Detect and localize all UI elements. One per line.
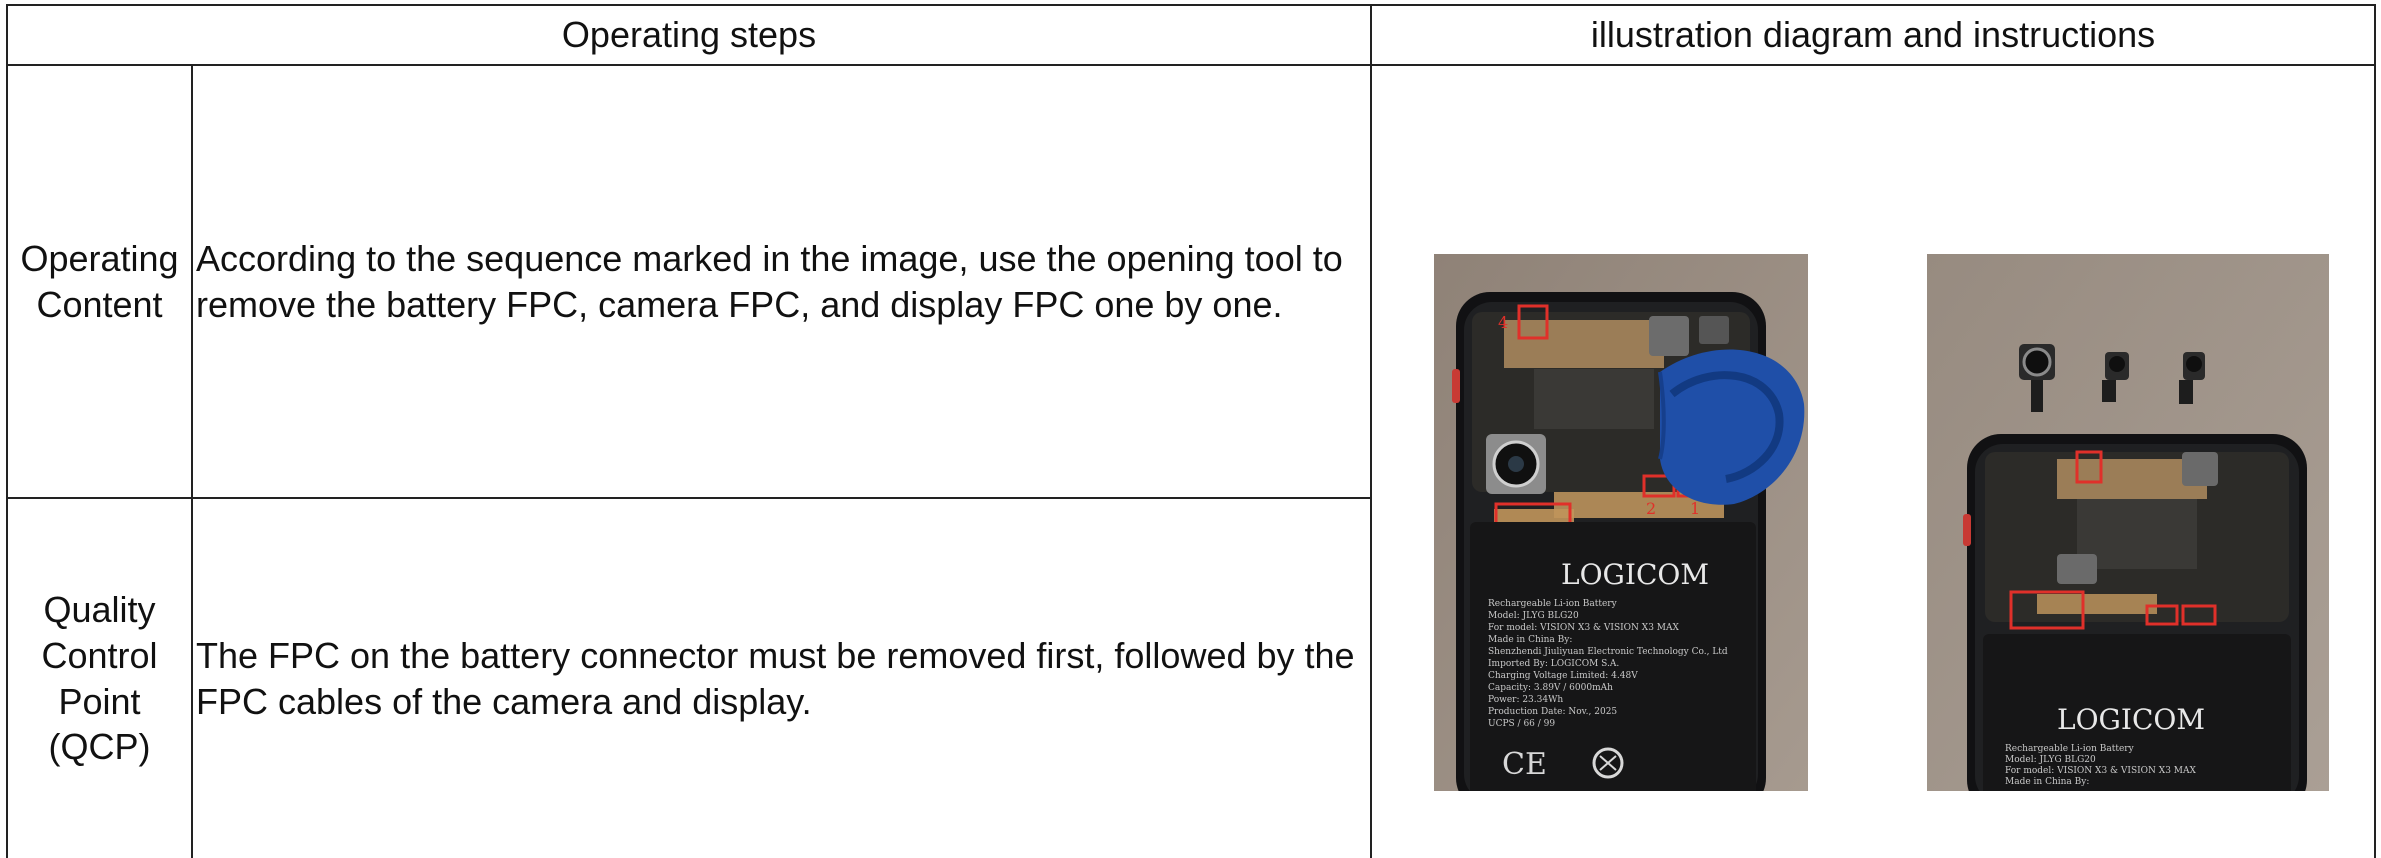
row-label-text: Operating Content xyxy=(20,237,179,325)
photo-disassembly-step: 4 3 2 1 LOGICOM Rechargeable Li-ion Batt… xyxy=(1434,254,1808,791)
battery-label-line: Imported By: LOGICOM S.A. xyxy=(1488,659,1619,669)
battery-label-line: For model: VISION X3 & VISION X3 MAX xyxy=(1488,623,1680,633)
battery-label-line: Shenzhendi Jiuliyuan Electronic Technolo… xyxy=(1488,647,1728,657)
battery-label-line: Production Date: Nov., 2025 xyxy=(1488,707,1617,717)
column-divider-main xyxy=(1370,4,1372,858)
phone-cameras-removed-illustration: LOGICOM Rechargeable Li-ion BatteryModel… xyxy=(1927,254,2329,791)
ce-mark: CE xyxy=(1502,747,1547,782)
phone-disassembly-illustration: 4 3 2 1 LOGICOM Rechargeable Li-ion Batt… xyxy=(1434,254,1808,791)
battery-brand: LOGICOM xyxy=(1561,558,1709,591)
marker-label-1: 1 xyxy=(1690,499,1700,518)
row-label-qcp: Quality Control Point (QCP) xyxy=(8,499,191,858)
battery-label-line: Made in China By: xyxy=(1488,635,1572,645)
battery-brand: LOGICOM xyxy=(2057,703,2205,736)
header-operating-steps: Operating steps xyxy=(8,6,1370,64)
photo-removed-cameras: LOGICOM Rechargeable Li-ion Battery Model… xyxy=(1927,254,2329,791)
marker-label-4: 4 xyxy=(1498,313,1508,332)
battery-label-line: Model: JLYG BLG20 xyxy=(1488,611,1579,621)
row-content-text: The FPC on the battery connector must be… xyxy=(196,634,1355,722)
header-illustration-text: illustration diagram and instructions xyxy=(1590,14,2156,55)
header-operating-steps-text: Operating steps xyxy=(561,14,817,55)
battery-label-line: Power: 23.34Wh xyxy=(1488,695,1563,705)
battery-label-line: Capacity: 3.89V / 6000mAh xyxy=(1488,683,1613,693)
marker-label-2: 2 xyxy=(1646,499,1656,518)
battery-label-line: Rechargeable Li-ion Battery xyxy=(2005,744,2135,754)
header-illustration: illustration diagram and instructions xyxy=(1372,6,2374,64)
row-content-text: According to the sequence marked in the … xyxy=(196,237,1343,325)
table-border-right xyxy=(2374,4,2376,858)
battery-label-line: Rechargeable Li-ion Battery xyxy=(1488,599,1618,609)
battery-label-line: UCPS / 66 / 99 xyxy=(1488,719,1555,729)
battery-label-line: Charging Voltage Limited: 4.48V xyxy=(1488,671,1638,681)
row-content-qcp: The FPC on the battery connector must be… xyxy=(193,499,1370,858)
battery-label-line: Made in China By: xyxy=(2005,777,2089,787)
row-label-text: Quality Control Point (QCP) xyxy=(41,589,158,768)
battery-label-line: For model: VISION X3 & VISION X3 MAX xyxy=(2005,766,2197,776)
battery-label-line: Model: JLYG BLG20 xyxy=(2005,755,2096,765)
row-content-operating: According to the sequence marked in the … xyxy=(193,66,1370,497)
row-label-operating-content: Operating Content xyxy=(8,66,191,497)
